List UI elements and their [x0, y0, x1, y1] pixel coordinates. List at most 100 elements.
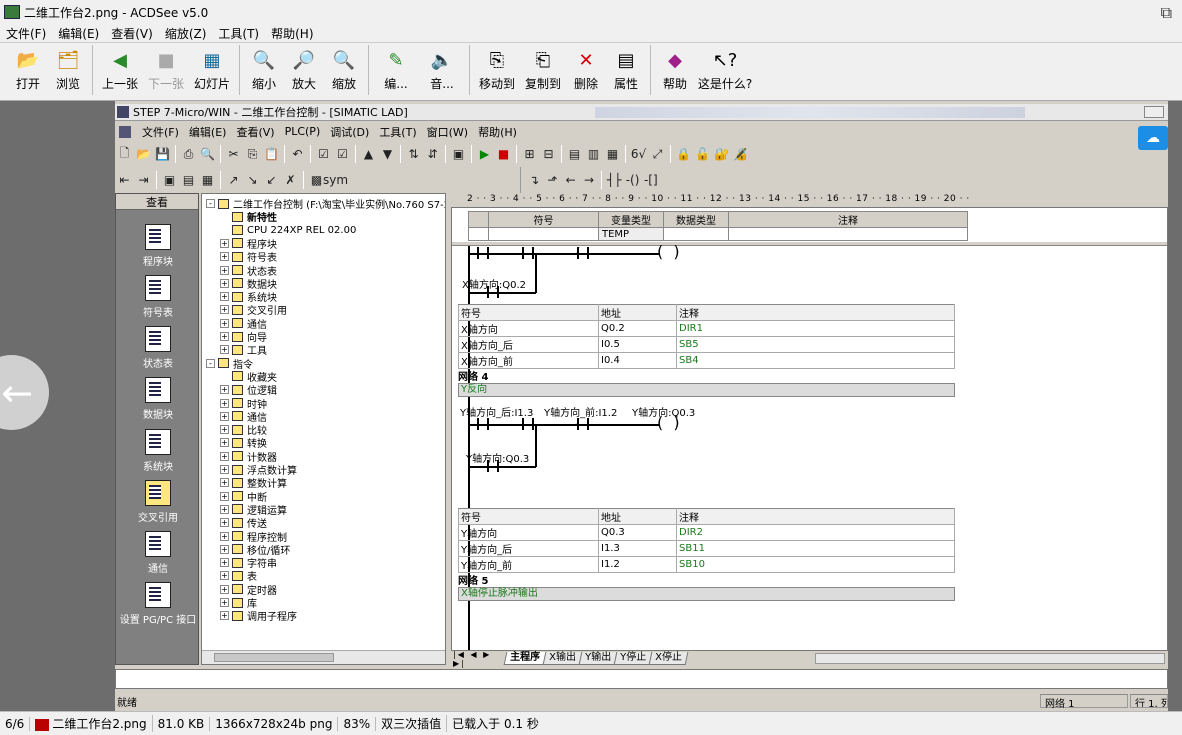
tree-item[interactable]: + 比较 — [220, 423, 267, 437]
audio-button[interactable]: 🔈 音... — [419, 43, 465, 97]
expand-icon[interactable]: + — [220, 584, 229, 594]
options-icon[interactable]: ▣ — [450, 146, 467, 163]
var-cell[interactable] — [663, 227, 729, 241]
line-left-icon[interactable]: ← — [563, 172, 579, 189]
expand-icon[interactable]: + — [220, 438, 229, 448]
tree-horizontal-scrollbar[interactable] — [202, 650, 445, 664]
unforce-all-icon[interactable]: 🔏 — [732, 146, 749, 163]
editor-horizontal-scrollbar[interactable] — [815, 653, 1165, 664]
cloud-icon[interactable]: ☁ — [1138, 126, 1168, 150]
minimize-button[interactable] — [1144, 106, 1164, 118]
contact-icon[interactable]: ┤├ — [606, 172, 622, 189]
delete-network-icon[interactable]: ⇥ — [135, 172, 152, 189]
nav-item-symbol-table[interactable]: 符号表 — [116, 275, 200, 319]
expand-icon[interactable]: + — [220, 544, 229, 554]
expand-icon[interactable]: + — [220, 531, 229, 541]
tree-item[interactable]: 新特性 — [220, 210, 277, 224]
tree-item[interactable]: + 时钟 — [220, 397, 267, 411]
tree-item[interactable]: + 位逻辑 — [220, 383, 277, 397]
expand-icon[interactable]: + — [220, 292, 229, 302]
open-button[interactable]: 📂 打开 — [8, 43, 48, 97]
network-5-comment[interactable]: X轴停止脉冲输出 — [458, 587, 955, 601]
var-cell[interactable] — [468, 227, 489, 241]
var-cell[interactable] — [488, 227, 599, 241]
tree-item[interactable]: + 数据块 — [220, 277, 277, 291]
next-button[interactable]: ■ 下一张 — [143, 43, 189, 97]
zoom-in-button[interactable]: 🔎 放大 — [284, 43, 324, 97]
copy-to-button[interactable]: ⎗ 复制到 — [520, 43, 566, 97]
unforce-icon[interactable]: ⤢ — [649, 146, 666, 163]
move-to-button[interactable]: ⎘ 移动到 — [474, 43, 520, 97]
expand-icon[interactable]: + — [220, 398, 229, 408]
sort-ascending-icon[interactable]: ⇅ — [405, 146, 422, 163]
help-button[interactable]: ◆ 帮助 — [655, 43, 695, 97]
toggle-symbol-icon[interactable]: ▤ — [180, 172, 197, 189]
nav-item-program-block[interactable]: 程序块 — [116, 224, 200, 268]
run-icon[interactable]: ▶ — [476, 146, 493, 163]
expand-icon[interactable]: + — [220, 598, 229, 607]
pause-status-icon[interactable]: ⊟ — [540, 146, 557, 163]
coil[interactable]: ( ) — [657, 244, 680, 260]
nav-item-set-pgpc-interface[interactable]: 设置 PG/PC 接口 — [116, 582, 200, 626]
expand-icon[interactable]: + — [220, 318, 229, 328]
s7-menu-view[interactable]: 查看(V) — [231, 124, 279, 140]
expand-icon[interactable]: + — [220, 332, 229, 341]
expand-icon[interactable]: + — [220, 385, 229, 395]
expand-icon[interactable]: + — [220, 305, 229, 315]
force-icon[interactable]: 6√ — [630, 146, 647, 163]
line-right-icon[interactable]: → — [581, 172, 597, 189]
box-icon[interactable]: -[] — [643, 172, 659, 189]
expand-icon[interactable]: + — [220, 238, 229, 248]
symbol-icon[interactable]: sym — [323, 172, 348, 189]
line-up-icon[interactable]: ⬏ — [544, 172, 560, 189]
var-cell-type[interactable]: TEMP — [598, 227, 664, 241]
s7-menu-edit[interactable]: 编辑(E) — [184, 124, 232, 140]
tree-item[interactable]: + 工具 — [220, 343, 267, 357]
program-tab[interactable]: Y停止 — [613, 652, 653, 665]
properties-button[interactable]: ▤ 属性 — [606, 43, 646, 97]
zoom-button[interactable]: 🔍 缩放 — [324, 43, 364, 97]
s7-menu-debug[interactable]: 调试(D) — [325, 124, 374, 140]
menu-edit[interactable]: 编辑(E) — [52, 25, 105, 42]
network-4-comment[interactable]: Y反向 — [458, 383, 955, 397]
program-tab[interactable]: 主程序 — [503, 652, 547, 665]
expand-icon[interactable]: + — [220, 252, 229, 262]
bookmark-prev-icon[interactable]: ↙ — [263, 172, 280, 189]
line-down-icon[interactable]: ↴ — [526, 172, 542, 189]
cut-icon[interactable]: ✂ — [225, 146, 242, 163]
whats-this-button[interactable]: ↖? 这是什么? — [695, 43, 755, 97]
tree-item[interactable]: + 库 — [220, 596, 257, 610]
tree-item[interactable]: + 定时器 — [220, 583, 277, 597]
unlock-icon[interactable]: 🔓 — [694, 146, 711, 163]
tree-item[interactable]: - 二维工作台控制 (F:\淘宝\毕业实例\No.760 S7-20 — [206, 197, 445, 211]
tree-item[interactable]: + 状态表 — [220, 264, 277, 278]
tree-item[interactable]: + 计数器 — [220, 450, 277, 464]
stop-icon[interactable]: ■ — [495, 146, 512, 163]
nav-item-system-block[interactable]: 系统块 — [116, 429, 200, 473]
tree-item[interactable]: + 中断 — [220, 490, 267, 504]
program-tab[interactable]: X输出 — [542, 652, 583, 665]
expand-icon[interactable]: + — [220, 611, 229, 621]
tree-item[interactable]: CPU 224XP REL 02.00 — [220, 224, 356, 237]
menu-tools[interactable]: 工具(T) — [212, 25, 265, 42]
bookmark-clear-icon[interactable]: ✗ — [282, 172, 299, 189]
tree-item[interactable]: + 交叉引用 — [220, 303, 287, 317]
var-cell[interactable] — [728, 227, 968, 241]
expand-icon[interactable]: + — [220, 411, 229, 421]
program-tab[interactable]: X停止 — [648, 652, 689, 665]
output-window[interactable] — [115, 669, 1168, 689]
undo-icon[interactable]: ↶ — [289, 146, 306, 163]
tree-item[interactable]: + 调用子程序 — [220, 609, 297, 623]
tree-item[interactable]: + 传送 — [220, 516, 267, 530]
coil-icon[interactable]: -() — [624, 172, 640, 189]
expand-icon[interactable]: + — [220, 451, 229, 461]
s7-menu-window[interactable]: 窗口(W) — [422, 124, 473, 140]
tree-item[interactable]: + 程序控制 — [220, 530, 287, 544]
tree-item[interactable]: + 通信 — [220, 317, 267, 331]
menu-view[interactable]: 查看(V) — [105, 25, 159, 42]
zoom-out-button[interactable]: 🔍 缩小 — [244, 43, 284, 97]
collapse-icon[interactable]: - — [206, 199, 215, 208]
lock-icon[interactable]: 🔒 — [675, 146, 692, 163]
tab-scroll-arrows[interactable]: |◀ ◀ ▶ ▶| — [451, 650, 506, 668]
tree-item[interactable]: + 逻辑运算 — [220, 503, 287, 517]
